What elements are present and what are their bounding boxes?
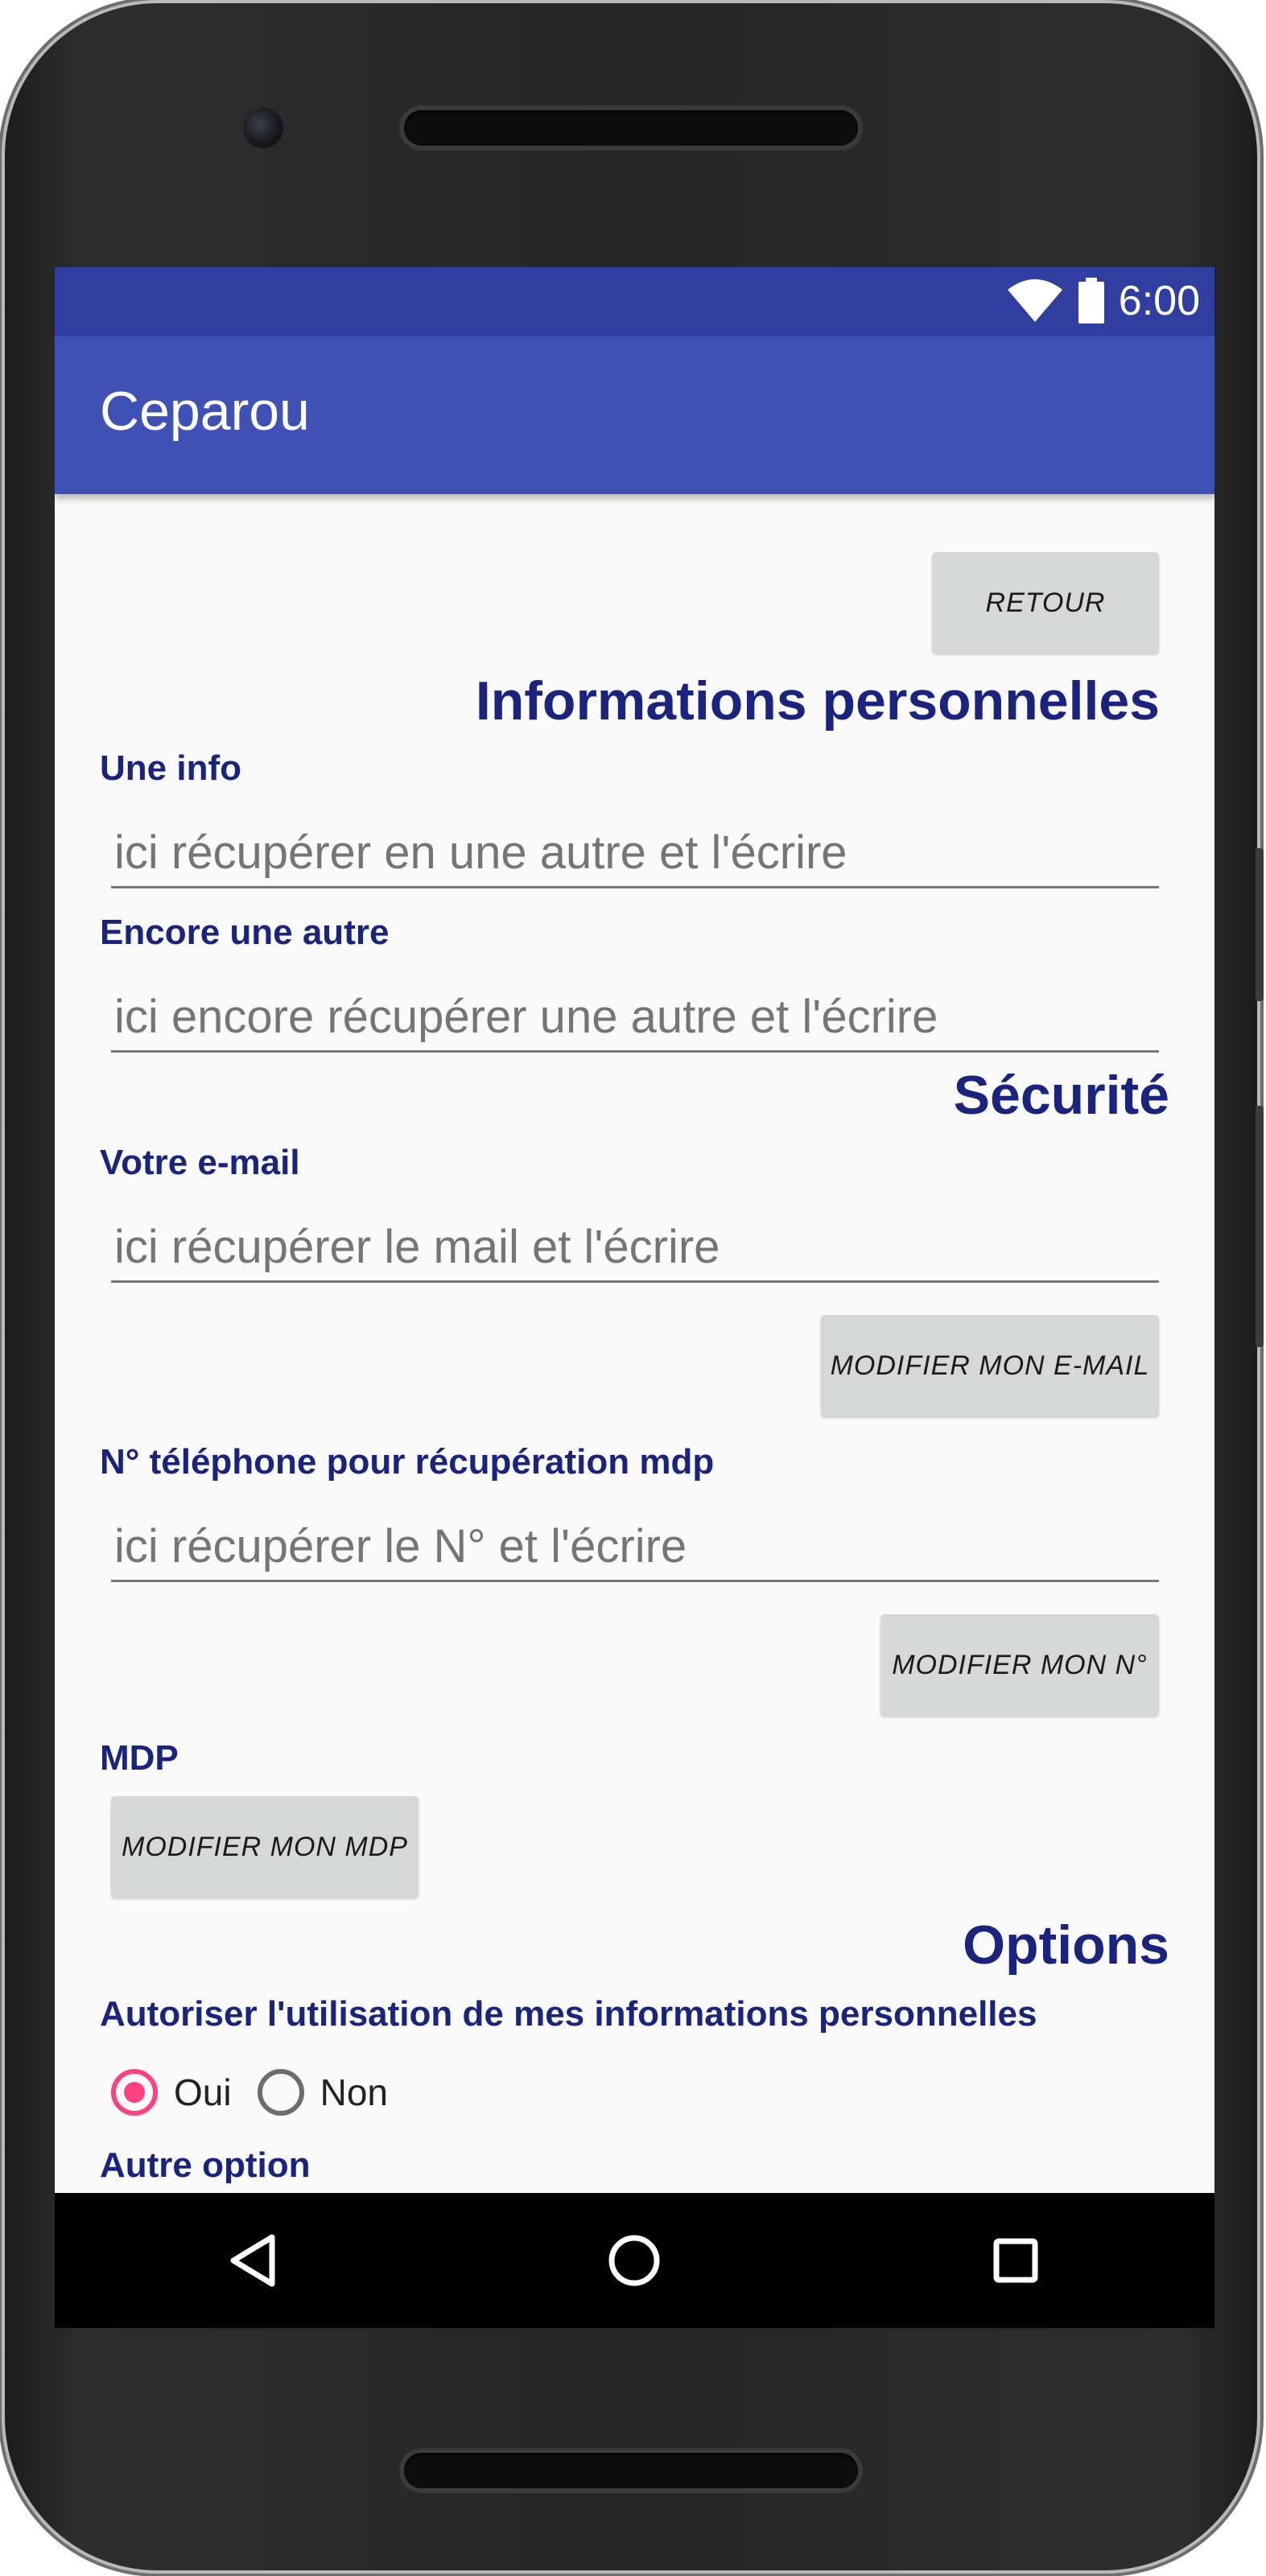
settings-form[interactable]: RETOUR Informations personnelles Une inf… [55,494,1214,2183]
section-title-security: Sécurité [953,1065,1169,1126]
field2-input[interactable]: ici encore récupérer une autre et l'écri… [111,979,1159,1053]
status-bar: 6:00 [55,267,1214,336]
back-button[interactable]: RETOUR [932,552,1159,653]
battery-icon [1077,278,1106,324]
app-title: Ceparou [100,381,310,442]
field1-value: ici récupérer en une autre et l'écrire [114,826,847,879]
radio-no-label[interactable]: Non [320,2071,388,2114]
field1-input[interactable]: ici récupérer en une autre et l'écrire [111,814,1159,888]
section-title-options: Options [963,1914,1169,1976]
phone-field[interactable]: ici récupérer le N° et l'écrire [111,1508,1159,1582]
recents-square-icon[interactable] [975,2220,1056,2301]
screen: 6:00 Ceparou RETOUR Informations personn… [55,267,1214,2328]
consent-label: Autoriser l'utilisation de mes informati… [100,1994,1037,2034]
navigation-bar [55,2193,1214,2328]
status-icons: 6:00 [1006,277,1200,325]
email-value: ici récupérer le mail et l'écrire [114,1221,720,1273]
app-bar: Ceparou [55,336,1214,494]
email-label: Votre e-mail [100,1143,300,1182]
volume-button [1256,848,1264,1001]
radio-yes[interactable] [111,2069,158,2116]
next-option-label: Autre option [100,2145,311,2183]
wifi-icon [1006,278,1064,324]
phone-value: ici récupérer le N° et l'écrire [114,1520,687,1572]
phone-frame: 6:00 Ceparou RETOUR Informations personn… [5,3,1264,2570]
email-field[interactable]: ici récupérer le mail et l'écrire [111,1209,1159,1283]
radio-yes-label[interactable]: Oui [174,2071,232,2114]
front-camera [243,108,283,148]
power-button [1256,1106,1264,1347]
top-speaker-grille [404,110,858,146]
radio-selected-dot [124,2082,145,2103]
field2-value: ici encore récupérer une autre et l'écri… [114,991,938,1043]
field1-label: Une info [100,748,241,788]
phone-label: N° téléphone pour récupération mdp [100,1442,715,1482]
consent-radio-group: Oui Non [111,2060,414,2125]
change-email-button[interactable]: MODIFIER MON E-MAIL [821,1315,1159,1416]
field2-label: Encore une autre [100,913,390,952]
change-password-button[interactable]: MODIFIER MON MDP [111,1796,419,1898]
password-label: MDP [100,1738,179,1778]
section-title-personal-info: Informations personnelles [475,670,1160,732]
home-circle-icon[interactable] [594,2220,674,2301]
bottom-speaker-grille [404,2453,858,2488]
status-clock: 6:00 [1118,278,1200,324]
back-triangle-icon[interactable] [212,2220,293,2301]
radio-no[interactable] [257,2069,304,2116]
change-phone-button[interactable]: MODIFIER MON N° [880,1614,1159,1716]
